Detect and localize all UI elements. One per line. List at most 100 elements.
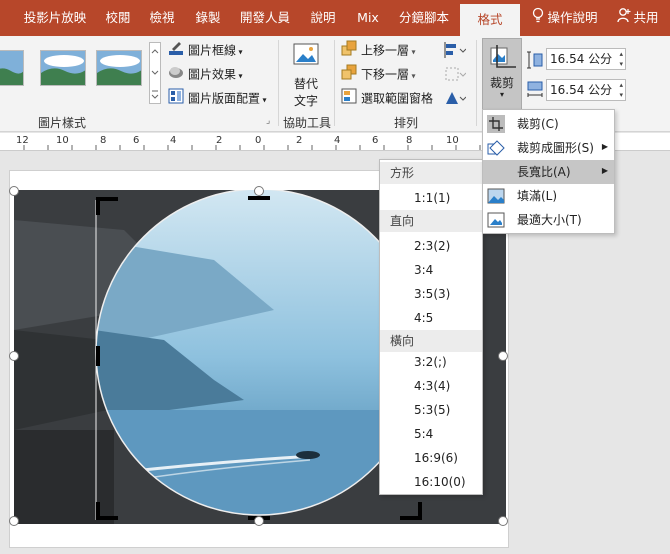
ruler-label: 4 (334, 135, 341, 146)
aspect-ratio-option[interactable]: 16:10(0) (414, 470, 466, 494)
tab-developer[interactable]: 開發人員 (232, 0, 298, 36)
alt-text-label-2: 文字 (293, 94, 318, 108)
crop-to-shape-label: 裁剪成圖形(S) (517, 141, 594, 155)
crop-handle-top[interactable] (248, 196, 270, 200)
ruler-label: 10 (446, 135, 459, 146)
tab-mix[interactable]: Mix (348, 0, 388, 36)
aspect-ratio-label: 長寬比(A) (517, 165, 571, 179)
picture-border-label: 圖片框線 (188, 43, 237, 58)
tell-me-label: 操作說明 (547, 10, 598, 25)
tab-review[interactable]: 校閱 (98, 0, 138, 36)
layout-icon (168, 88, 184, 110)
portrait-section-header: 直向 (380, 210, 482, 232)
tab-format[interactable]: 格式 (460, 4, 520, 36)
bring-forward-button[interactable]: 上移一層 ▾ (341, 40, 416, 60)
aspect-ratio-option[interactable]: 3:5(3) (414, 282, 450, 306)
ruler-label: 2 (296, 135, 303, 146)
fill-icon (487, 188, 505, 207)
bring-forward-label: 上移一層 (361, 43, 410, 58)
shapes-icon (487, 139, 505, 160)
landscape-section-header: 橫向 (380, 330, 482, 352)
aspect-ratio-option[interactable]: 3:2(;) (414, 350, 447, 374)
fill-menu-item[interactable]: 填滿(L) (483, 184, 614, 208)
tell-me-search[interactable]: 操作說明 (526, 0, 604, 36)
group-divider (334, 40, 335, 126)
picture-effects-label: 圖片效果 (188, 67, 237, 82)
tab-record[interactable]: 錄製 (186, 0, 230, 36)
bring-forward-icon (341, 40, 357, 62)
send-backward-button[interactable]: 下移一層 ▾ (341, 64, 416, 84)
rotate-icon[interactable] (444, 90, 467, 109)
resize-handle-bottom-right[interactable] (498, 516, 508, 526)
ruler-label: 6 (372, 135, 379, 146)
crop-icon (483, 45, 521, 74)
selection-pane-label: 選取範圍窗格 (361, 91, 434, 106)
alt-text-icon (286, 42, 326, 75)
tab-view[interactable]: 檢視 (140, 0, 184, 36)
ruler-label: 12 (16, 135, 29, 146)
aspect-ratio-option[interactable]: 4:5 (414, 306, 433, 330)
resize-handle-bottom-left[interactable] (9, 516, 19, 526)
width-icon (526, 80, 544, 103)
group-divider (476, 40, 477, 126)
picture-style-thumb-3[interactable] (96, 50, 142, 86)
aspect-ratio-option[interactable]: 2:3(2) (414, 234, 450, 258)
picture-style-thumb-2[interactable] (40, 50, 86, 86)
resize-handle-top-left[interactable] (9, 186, 19, 196)
aspect-ratio-option[interactable]: 5:3(5) (414, 398, 450, 422)
width-spinner[interactable]: ▴ ▾ (619, 80, 623, 100)
resize-handle-bottom[interactable] (254, 516, 264, 526)
tab-help[interactable]: 說明 (300, 0, 346, 36)
fit-menu-item[interactable]: 最適大小(T) (483, 208, 614, 232)
crop-handle-bottom-right[interactable] (418, 502, 422, 520)
alt-text-label-1: 替代 (293, 77, 318, 91)
aspect-ratio-option[interactable]: 5:4 (414, 422, 433, 446)
fit-label: 最適大小(T) (517, 213, 582, 227)
crop-handle-left[interactable] (96, 346, 100, 366)
selection-pane-button[interactable]: 選取範圍窗格 (341, 88, 433, 108)
alt-text-button[interactable]: 替代 文字 (286, 42, 326, 112)
aspect-ratio-submenu: 方形 1:1(1) 直向 2:3(2) 3:4 3:5(3) 4:5 橫向 3:… (379, 159, 483, 495)
pencil-border-icon (168, 40, 184, 62)
lightbulb-icon (532, 1, 544, 37)
group-objects-icon (444, 66, 467, 85)
ruler-label: 8 (100, 135, 107, 146)
fit-icon (487, 212, 505, 231)
aspect-ratio-option[interactable]: 4:3(4) (414, 374, 450, 398)
picture-effects-button[interactable]: 圖片效果 ▾ (168, 64, 243, 84)
width-input[interactable]: 16.54 公分 ▴ ▾ (546, 79, 626, 101)
picture-border-button[interactable]: 圖片框線 ▾ (168, 40, 243, 60)
align-icon[interactable] (444, 42, 467, 61)
submenu-arrow-icon: ▶ (601, 142, 608, 151)
resize-handle-right[interactable] (498, 351, 508, 361)
crop-handle-bottom-left[interactable] (96, 502, 100, 520)
crop-to-shape-menu-item[interactable]: 裁剪成圖形(S) ▶ (483, 136, 614, 160)
crop-icon (487, 115, 505, 133)
person-add-icon (617, 1, 631, 37)
ruler-label: 0 (255, 135, 262, 146)
height-input[interactable]: 16.54 公分 ▴ ▾ (546, 48, 626, 70)
resize-handle-top[interactable] (254, 186, 264, 196)
crop-button[interactable]: 裁剪 ▾ (482, 38, 522, 110)
aspect-ratio-option[interactable]: 3:4 (414, 258, 433, 282)
picture-style-thumb-1[interactable] (0, 50, 24, 86)
styles-gallery-scroll[interactable] (149, 42, 161, 104)
resize-handle-left[interactable] (9, 351, 19, 361)
dialog-launcher-icon[interactable]: ⌟ (266, 116, 270, 126)
height-spinner[interactable]: ▴ ▾ (619, 49, 623, 69)
aspect-ratio-option[interactable]: 16:9(6) (414, 446, 458, 470)
tab-slideshow[interactable]: 投影片放映 (12, 0, 98, 36)
submenu-arrow-icon: ▶ (601, 166, 608, 175)
share-button[interactable]: 共用 (610, 0, 666, 36)
crop-handle-top-left[interactable] (96, 197, 100, 215)
crop-dropdown-menu: 裁剪(C) 裁剪成圖形(S) ▶ 長寬比(A) ▶ 填滿(L) 最適大小(T) (482, 109, 615, 234)
accessibility-group-label: 協助工具 (283, 116, 332, 130)
aspect-ratio-option[interactable]: 1:1(1) (414, 186, 450, 210)
picture-layout-button[interactable]: 圖片版面配置 ▾ (168, 88, 267, 108)
picture-layout-label: 圖片版面配置 (188, 91, 261, 106)
arrange-group-label: 排列 (394, 116, 419, 130)
crop-menu-item[interactable]: 裁剪(C) (483, 112, 614, 136)
crop-label: 裁剪 (489, 76, 514, 90)
aspect-ratio-menu-item[interactable]: 長寬比(A) ▶ (483, 160, 614, 184)
tab-storyboard[interactable]: 分鏡腳本 (390, 0, 458, 36)
